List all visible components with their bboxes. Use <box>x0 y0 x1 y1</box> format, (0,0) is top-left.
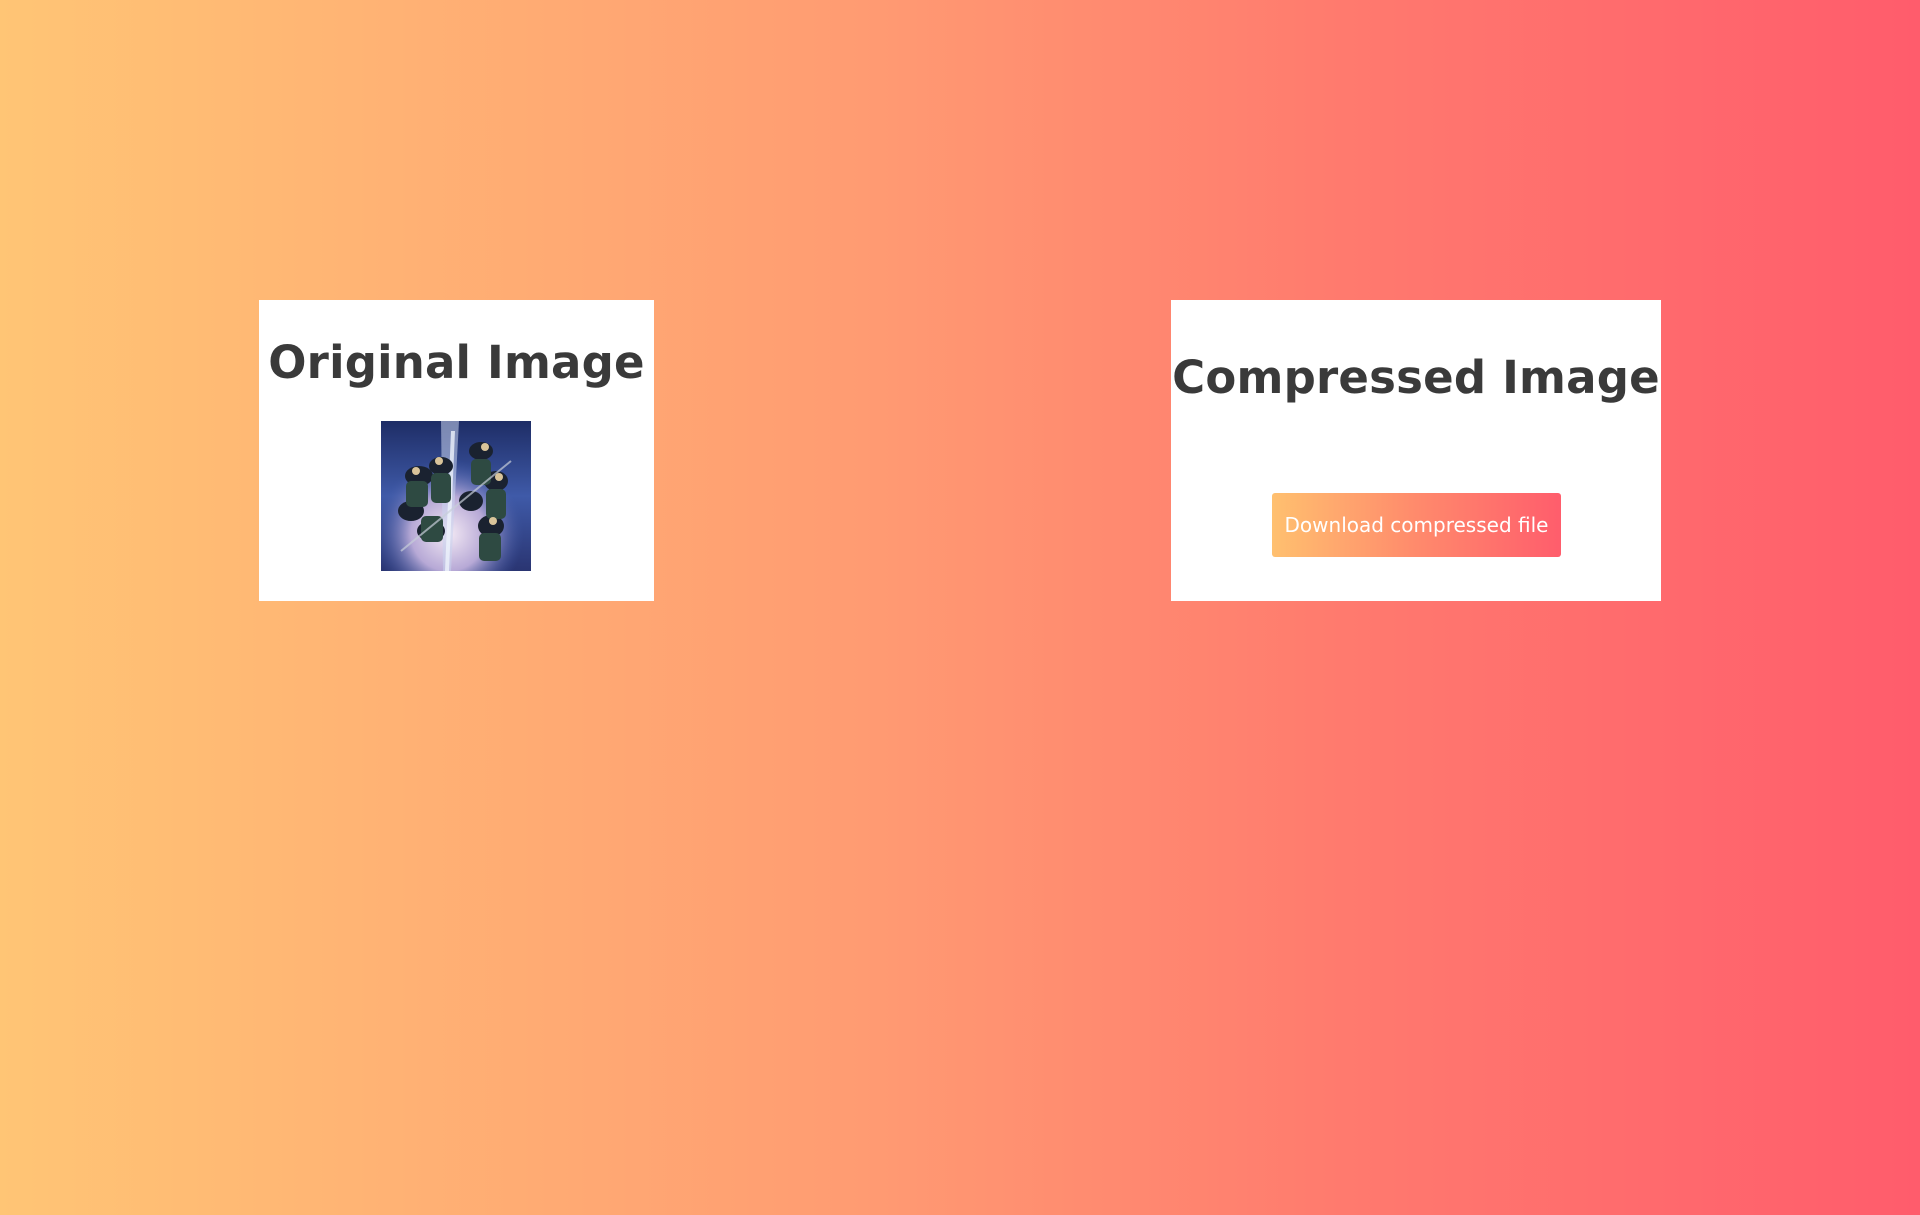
compressed-image-title: Compressed Image <box>1172 351 1660 404</box>
original-image-card: Original Image <box>259 300 654 601</box>
compressed-image-card: Compressed Image Download compressed fil… <box>1171 300 1661 601</box>
download-compressed-button[interactable]: Download compressed file <box>1272 493 1561 557</box>
original-image-thumbnail <box>381 421 531 571</box>
original-image-title: Original Image <box>268 336 645 389</box>
